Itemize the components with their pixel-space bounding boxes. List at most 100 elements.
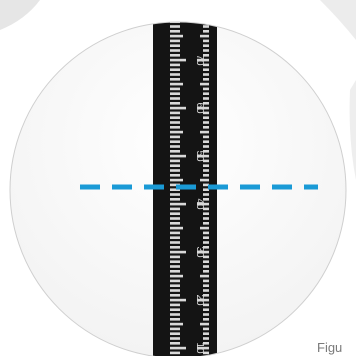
tick-mark-right	[203, 193, 209, 196]
tick-mark-left	[170, 212, 180, 215]
scale-label: 40	[194, 198, 205, 210]
tick-mark-left	[170, 337, 180, 340]
tick-mark-left	[170, 303, 180, 307]
tick-mark-right	[203, 145, 209, 148]
tick-mark-left	[170, 255, 180, 259]
tick-mark-right	[203, 68, 209, 71]
tick-mark-left	[170, 332, 180, 335]
tick-mark-right	[203, 231, 209, 235]
tick-mark-left	[170, 11, 186, 14]
tick-mark-left	[170, 322, 183, 326]
background-shadow-left	[0, 0, 40, 30]
tick-mark-right	[203, 164, 209, 167]
scale-label: 60	[194, 102, 205, 114]
tick-mark-right	[203, 39, 209, 43]
tick-mark-left	[170, 217, 180, 220]
tick-mark-left	[170, 351, 180, 355]
tick-mark-left	[170, 16, 180, 19]
tick-mark-left	[170, 92, 180, 95]
tick-mark-right	[197, 11, 209, 14]
tick-mark-left	[170, 198, 180, 201]
tick-mark-right	[203, 140, 209, 143]
tick-mark-right	[203, 25, 209, 28]
tick-mark-left	[170, 231, 180, 235]
tick-mark-left	[170, 34, 183, 38]
tick-mark-left	[170, 159, 180, 163]
tick-mark-right	[203, 260, 209, 263]
tick-mark-right	[203, 135, 209, 139]
tick-mark-right	[203, 169, 209, 172]
tick-mark-right	[203, 97, 209, 100]
tick-mark-right	[203, 284, 209, 287]
tick-mark-left	[170, 78, 180, 81]
tick-mark-left	[170, 140, 180, 143]
tick-mark-right	[203, 30, 209, 33]
tick-mark-right	[203, 241, 209, 244]
tick-mark-left	[170, 121, 180, 124]
tick-mark-left	[170, 145, 180, 148]
tick-mark-right	[203, 318, 209, 321]
tick-mark-left	[170, 97, 180, 100]
tick-mark-right	[203, 279, 209, 283]
tick-mark-right	[203, 327, 209, 331]
tick-mark-left	[170, 73, 180, 76]
tick-mark-right	[203, 44, 209, 47]
tick-mark-left	[170, 284, 180, 287]
tick-mark-left	[170, 193, 180, 196]
tick-mark-left	[170, 226, 183, 230]
tick-mark-right	[203, 92, 209, 95]
tick-mark-right	[203, 78, 209, 81]
tick-mark-left	[170, 102, 180, 105]
magnified-ruler-view: 70 60 50 40 30 20 10	[0, 0, 356, 356]
tick-mark-left	[170, 236, 180, 239]
tick-mark-right	[203, 308, 209, 311]
tick-mark-left	[170, 178, 183, 182]
tick-mark-left	[170, 111, 180, 115]
tick-mark-left	[170, 126, 180, 129]
background-shadow-right	[320, 0, 356, 40]
tick-mark-right	[203, 270, 209, 273]
tick-mark-right	[203, 49, 209, 52]
tick-mark-left	[170, 346, 186, 350]
tick-mark-left	[170, 241, 180, 244]
tick-mark-right	[203, 236, 209, 239]
tick-mark-left	[170, 106, 186, 110]
tick-mark-left	[170, 222, 180, 225]
ruler-tape	[153, 22, 217, 356]
tick-mark-right	[200, 130, 209, 134]
tick-mark-left	[170, 44, 180, 47]
tick-mark-right	[203, 289, 209, 292]
tick-mark-right	[203, 212, 209, 215]
scale-label: 30	[194, 246, 205, 258]
tick-mark-left	[170, 289, 180, 292]
tick-mark-right	[203, 121, 209, 124]
tick-mark-left	[170, 49, 180, 52]
scale-label: 10	[194, 342, 205, 354]
tick-mark-left	[170, 169, 180, 172]
tick-mark-right	[200, 322, 209, 326]
tick-mark-left	[170, 135, 180, 139]
tick-mark-right	[203, 222, 209, 225]
tick-mark-right	[200, 178, 209, 182]
tick-mark-right	[203, 217, 209, 220]
tick-mark-left	[170, 207, 180, 211]
tick-mark-right	[203, 265, 209, 268]
tick-mark-left	[170, 250, 186, 254]
tick-mark-left	[170, 270, 180, 273]
scale-label: 20	[194, 294, 205, 306]
tick-mark-left	[170, 130, 183, 134]
tick-mark-right	[200, 226, 209, 230]
tick-mark-right	[203, 174, 209, 177]
tick-mark-right	[203, 87, 209, 91]
tick-mark-left	[170, 68, 180, 71]
tick-mark-left	[170, 246, 180, 249]
tick-mark-left	[170, 58, 186, 62]
tick-mark-left	[170, 313, 180, 316]
tick-mark-left	[170, 82, 183, 86]
tick-mark-left	[170, 150, 180, 153]
tick-mark-right	[203, 337, 209, 340]
tick-mark-left	[170, 25, 180, 28]
scale-label: 70	[194, 54, 205, 66]
tick-mark-right	[200, 82, 209, 86]
tick-mark-right	[200, 34, 209, 38]
